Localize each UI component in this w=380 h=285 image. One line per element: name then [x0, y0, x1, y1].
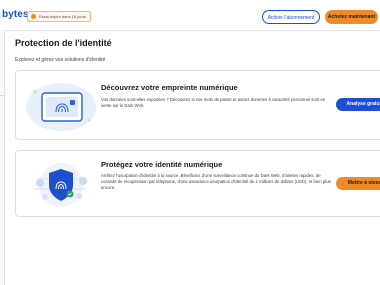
card-title: Protégez votre identité numérique — [101, 160, 223, 169]
card-title: Découvrez votre empreinte numérique — [101, 83, 238, 92]
brand-logo: bytes — [2, 9, 29, 20]
trial-status-badge: Essai expiré dans 18 jours — [27, 11, 91, 22]
upgrade-button[interactable]: Mettre à niveau — [336, 177, 380, 190]
page-subtitle: Explorez et gérez vos solutions d'identi… — [15, 57, 106, 63]
top-bar: bytes Essai expiré dans 18 jours Activer… — [0, 0, 380, 31]
digital-footprint-card: Découvrez votre empreinte numérique Vos … — [15, 70, 380, 140]
activate-subscription-button[interactable]: Activer l'abonnement — [262, 10, 320, 24]
identity-protection-card: Protégez votre identité numérique Arrête… — [15, 150, 380, 217]
buy-now-button[interactable]: Achetez maintenant — [325, 10, 378, 24]
page-title: Protection de l'identité — [15, 38, 112, 48]
shield-fingerprint-icon — [35, 163, 87, 207]
card-description: Arrêtez l'usurpation d'identité à la sou… — [101, 173, 331, 191]
trial-status-dot-icon — [31, 14, 36, 19]
sidebar-item[interactable] — [0, 65, 4, 96]
card-description: Vos données sont-elles exposées ? Découv… — [101, 97, 326, 109]
free-scan-button[interactable]: Analyse gratuite — [336, 98, 380, 111]
trial-status-text: Essai expiré dans 18 jours — [39, 14, 86, 19]
fingerprint-card-icon — [26, 83, 96, 131]
